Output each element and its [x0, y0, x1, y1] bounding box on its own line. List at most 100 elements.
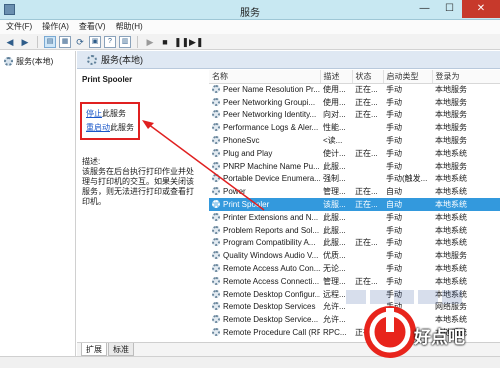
- table-row[interactable]: Printer Extensions and N... 此服... 手动 本地系统: [209, 211, 500, 224]
- service-description-cell: RPC...: [323, 328, 347, 338]
- table-row[interactable]: PNRP Machine Name Pu... 此服... 手动 本地服务: [209, 160, 500, 173]
- service-logon-cell: 本地服务: [435, 136, 467, 146]
- description-text: 该服务在后台执行打印作业并处理与打印机的交互。如果关闭该服务，则无法进行打印或查…: [82, 167, 194, 206]
- service-name-label: Remote Access Connecti...: [223, 276, 320, 286]
- restart-service-link[interactable]: 重启动: [86, 123, 110, 132]
- table-row[interactable]: PhoneSvc <读... 手动 本地服务: [209, 134, 500, 147]
- service-gear-icon: [212, 315, 220, 324]
- back-arrow-icon[interactable]: ◀: [4, 36, 16, 48]
- services-pane: 服务(本地) Print Spooler 停止此服务 重启动此服务 描述: 该服…: [77, 51, 500, 356]
- service-gear-icon: [212, 187, 220, 196]
- column-header-startup-type[interactable]: 启动类型: [383, 70, 433, 84]
- service-description-cell: 此服...: [323, 225, 346, 235]
- stop-service-link[interactable]: 停止: [86, 109, 102, 118]
- service-name-label: Peer Name Resolution Pr...: [223, 85, 320, 95]
- service-status-cell: 正在...: [355, 276, 378, 286]
- table-row[interactable]: Print Spooler 该服... 正在... 自动 本地系统: [209, 198, 500, 211]
- tree-item-services-local[interactable]: 服务(本地): [4, 56, 53, 67]
- service-gear-icon: [212, 276, 220, 285]
- service-name-label: PhoneSvc: [223, 136, 260, 146]
- menu-file[interactable]: 文件(F): [6, 20, 32, 34]
- service-name-label: PNRP Machine Name Pu...: [223, 161, 320, 171]
- gear-icon: [87, 54, 97, 65]
- service-description-cell: 强制...: [323, 174, 346, 184]
- table-row[interactable]: Peer Name Resolution Pr... 使用... 正在... 手动 本地…: [209, 83, 500, 96]
- service-gear-icon: [212, 85, 220, 94]
- column-header-name[interactable]: 名称: [209, 70, 321, 84]
- table-row[interactable]: Portable Device Enumera... 强制... 手动(触发... 本…: [209, 173, 500, 186]
- table-row[interactable]: Remote Desktop Services 允许... 手动 网络服务: [209, 301, 500, 314]
- service-gear-icon: [212, 161, 220, 170]
- table-row[interactable]: Power 管理... 正在... 自动 本地系统: [209, 185, 500, 198]
- pause-service-icon[interactable]: ❚❚: [174, 36, 189, 48]
- service-name-cell: Remote Access Connecti...: [209, 275, 320, 288]
- tab-extended[interactable]: 扩展: [81, 343, 107, 356]
- column-header-status[interactable]: 状态: [352, 70, 384, 84]
- service-name-label: Remote Access Auto Con...: [223, 264, 320, 274]
- service-name-label: Peer Networking Identity...: [223, 110, 317, 120]
- service-name-cell: Peer Networking Identity...: [209, 109, 320, 122]
- service-gear-icon: [212, 251, 220, 260]
- service-logon-cell: 本地服务: [435, 110, 467, 120]
- service-name-cell: Remote Procedure Call (RPC): [209, 326, 320, 339]
- service-startup-type-cell: 自动: [383, 198, 432, 211]
- tree-item-label: 服务(本地): [16, 57, 54, 66]
- service-name-label: Remote Desktop Configur...: [223, 289, 320, 299]
- status-bar: [0, 356, 500, 368]
- service-logon-cell: 本地系统: [435, 187, 467, 197]
- table-row[interactable]: Problem Reports and Sol... 此服... 手动 本地系统: [209, 224, 500, 237]
- service-name-cell: Peer Name Resolution Pr...: [209, 83, 320, 96]
- table-row[interactable]: Remote Access Auto Con... 无论... 手动 本地系统: [209, 262, 500, 275]
- restart-service-icon[interactable]: ▶❚: [189, 36, 203, 48]
- service-status-cell: [352, 173, 383, 186]
- service-logon-cell: 本地系统: [435, 238, 467, 248]
- service-status-cell: [352, 313, 383, 326]
- action-links-highlight: 停止此服务 重启动此服务: [80, 102, 140, 140]
- service-name-label: Peer Networking Groupi...: [223, 97, 316, 107]
- service-name-cell: Remote Desktop Configur...: [209, 288, 320, 301]
- service-name-label: Printer Extensions and N...: [223, 212, 319, 222]
- table-row[interactable]: Remote Access Connecti... 管理... 正在... 手动 本地系…: [209, 275, 500, 288]
- service-description-cell: 此服...: [323, 161, 346, 171]
- table-row[interactable]: Performance Logs & Aler... 性能... 手动 本地服务: [209, 121, 500, 134]
- menu-help[interactable]: 帮助(H): [116, 20, 143, 34]
- service-startup-type-cell: 手动: [386, 148, 402, 158]
- service-name-cell: Remote Desktop Services: [209, 301, 320, 314]
- table-row[interactable]: Remote Desktop Configur... 远程... 手动 本地系统: [209, 288, 500, 301]
- service-description-cell: 使计...: [323, 148, 346, 158]
- service-name-label: Remote Procedure Call (RPC): [223, 328, 320, 338]
- forward-arrow-icon[interactable]: ▶: [19, 36, 31, 48]
- service-name-label: Plug and Play: [223, 148, 273, 158]
- menu-action[interactable]: 操作(A): [42, 20, 69, 34]
- close-button[interactable]: ✕: [462, 0, 500, 18]
- service-name-cell: Peer Networking Groupi...: [209, 96, 320, 109]
- start-service-icon[interactable]: ▶: [144, 36, 156, 48]
- table-row[interactable]: Program Compatibility A... 此服... 正在... 手动 本地…: [209, 237, 500, 250]
- refresh-icon[interactable]: ⟳: [74, 36, 86, 48]
- column-header-description[interactable]: 描述: [320, 70, 353, 84]
- table-row[interactable]: Peer Networking Groupi... 使用... 正在... 手动 本地服…: [209, 96, 500, 109]
- service-startup-type-cell: 手动: [386, 276, 402, 286]
- show-tree-icon[interactable]: ▤: [44, 35, 56, 48]
- export-list-icon[interactable]: ▣: [89, 35, 101, 48]
- help-icon[interactable]: ?: [104, 35, 116, 48]
- menu-bar: 文件(F) 操作(A) 查看(V) 帮助(H): [0, 20, 500, 34]
- column-header-log-on-as[interactable]: 登录为: [432, 70, 500, 84]
- table-row[interactable]: Plug and Play 使计... 正在... 手动 本地系统: [209, 147, 500, 160]
- service-status-cell: [352, 211, 383, 224]
- maximize-button[interactable]: ☐: [437, 0, 462, 18]
- service-startup-type-cell: 手动: [386, 212, 402, 222]
- service-status-cell: [352, 160, 383, 173]
- stop-service-icon[interactable]: ■: [159, 36, 171, 48]
- window-controls: — ☐ ✕: [412, 0, 500, 18]
- properties-icon[interactable]: ▦: [59, 35, 71, 48]
- service-gear-icon: [212, 212, 220, 221]
- service-startup-type-cell: 手动: [386, 161, 402, 171]
- service-name-cell: Problem Reports and Sol...: [209, 224, 320, 237]
- table-row[interactable]: Peer Networking Identity... 向对... 正在... 手动 本…: [209, 109, 500, 122]
- minimize-button[interactable]: —: [412, 0, 437, 18]
- table-row[interactable]: Quality Windows Audio V... 优质... 手动 本地服务: [209, 249, 500, 262]
- tab-standard[interactable]: 标准: [108, 343, 134, 356]
- console-icon[interactable]: ▥: [119, 35, 131, 48]
- menu-view[interactable]: 查看(V): [79, 20, 106, 34]
